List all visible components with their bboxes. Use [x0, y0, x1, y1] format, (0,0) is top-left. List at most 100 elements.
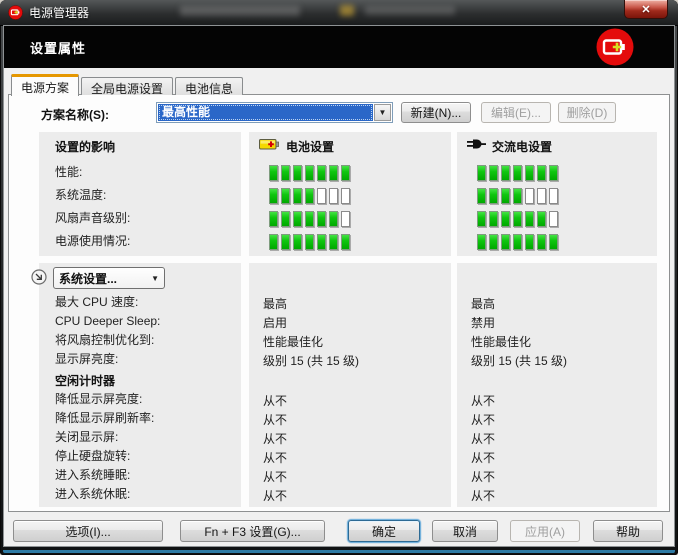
bar-filled [477, 234, 486, 250]
bar-filled [281, 211, 290, 227]
power-manager-window: 电源管理器 ✕ 设置属性 电源方案全局电源设置电池信息 方案名称(S): [0, 0, 678, 555]
effects-battery-panel: 电池设置 [249, 132, 451, 256]
bar-filled [501, 211, 510, 227]
titlebar-glass-artifact [365, 6, 455, 15]
system-settings-dropdown[interactable]: 系统设置... ▼ [53, 267, 165, 289]
effect-bar-row [457, 230, 657, 253]
bar-filled [489, 165, 498, 181]
system-row-label: 显示屏亮度: [39, 350, 241, 369]
close-icon: ✕ [641, 3, 650, 16]
effect-label: 性能: [39, 161, 241, 184]
bar-empty [549, 211, 558, 227]
spacer [457, 263, 657, 295]
tab-strip: 电源方案全局电源设置电池信息 [11, 74, 245, 95]
options-button[interactable]: 选项(I)... [13, 520, 163, 542]
system-ac-value: 性能最佳化 [457, 333, 657, 352]
battery-effect-bars [249, 161, 451, 253]
system-row-label: 降低显示屏刷新率: [39, 409, 241, 428]
effect-bar-row [249, 184, 451, 207]
bar-empty [329, 188, 338, 204]
effect-label: 系统温度: [39, 184, 241, 207]
combobox-dropdown-arrow-icon[interactable]: ▼ [374, 104, 391, 121]
system-battery-value: 从不 [249, 392, 451, 411]
tab-3[interactable]: 电池信息 [175, 77, 243, 95]
help-button[interactable]: 帮助 [593, 520, 663, 542]
bar-filled [329, 234, 338, 250]
system-ac-value: 从不 [457, 411, 657, 430]
bar-empty [341, 211, 350, 227]
ac-settings-label: 交流电设置 [492, 138, 552, 155]
bar-filled [305, 211, 314, 227]
spacer-row [249, 373, 451, 392]
effect-label: 风扇声音级别: [39, 207, 241, 230]
system-row-label: 进入系统睡眠: [39, 466, 241, 485]
spacer-row [457, 373, 657, 392]
system-battery-value: 从不 [249, 430, 451, 449]
system-ac-values: 最高禁用性能最佳化级别 15 (共 15 级)从不从不从不从不从不从不 [457, 295, 657, 506]
bar-filled [317, 165, 326, 181]
bar-filled [305, 165, 314, 181]
effect-bar-row [457, 207, 657, 230]
effect-bar-row [249, 161, 451, 184]
system-row-label: 最大 CPU 速度: [39, 293, 241, 312]
effect-bar-row [249, 207, 451, 230]
scheme-button-1[interactable]: 新建(N)... [401, 102, 471, 123]
system-ac-value: 从不 [457, 449, 657, 468]
bar-filled [501, 188, 510, 204]
bar-filled [477, 211, 486, 227]
ac-settings-header: 交流电设置 [457, 132, 657, 161]
battery-icon [259, 138, 280, 154]
titlebar-glass-artifact [180, 6, 300, 16]
bar-filled [489, 211, 498, 227]
bar-filled [293, 188, 302, 204]
bar-empty [537, 188, 546, 204]
idle-timers-title: 空闲计时器 [39, 371, 241, 390]
scheme-button-2: 编辑(E)... [481, 102, 551, 123]
system-battery-value: 从不 [249, 411, 451, 430]
ok-button[interactable]: 确定 [348, 520, 420, 542]
bar-filled [489, 234, 498, 250]
tab-2[interactable]: 全局电源设置 [81, 77, 173, 95]
system-ac-value: 从不 [457, 487, 657, 506]
tab-1[interactable]: 电源方案 [11, 74, 79, 96]
system-battery-value: 级别 15 (共 15 级) [249, 352, 451, 371]
system-battery-values: 最高启用性能最佳化级别 15 (共 15 级)从不从不从不从不从不从不 [249, 295, 451, 506]
system-ac-value: 级别 15 (共 15 级) [457, 352, 657, 371]
bar-filled [549, 234, 558, 250]
titlebar: 电源管理器 ✕ [0, 0, 678, 26]
scheme-name-combobox[interactable]: 最高性能 ▼ [156, 102, 393, 123]
bar-filled [489, 188, 498, 204]
bar-filled [537, 234, 546, 250]
bar-filled [525, 211, 534, 227]
close-button[interactable]: ✕ [624, 0, 668, 19]
dialog-header: 设置属性 [4, 26, 674, 68]
bar-filled [341, 165, 350, 181]
scheme-name-label: 方案名称(S): [41, 106, 109, 123]
bar-filled [293, 211, 302, 227]
battery-settings-label: 电池设置 [286, 138, 334, 155]
system-battery-panel: 最高启用性能最佳化级别 15 (共 15 级)从不从不从不从不从不从不 [249, 263, 451, 507]
bar-filled [269, 211, 278, 227]
page-title: 设置属性 [30, 38, 86, 57]
system-battery-value: 从不 [249, 449, 451, 468]
effects-labels-panel: 设置的影响 性能:系统温度:风扇声音级别:电源使用情况: [39, 132, 241, 256]
system-row-label: 停止硬盘旋转: [39, 447, 241, 466]
bar-filled [537, 211, 546, 227]
fn-f3-settings-button[interactable]: Fn + F3 设置(G)... [180, 520, 325, 542]
bar-empty [341, 188, 350, 204]
apply-button: 应用(A) [510, 520, 580, 542]
tab-page-power-scheme: 方案名称(S): 最高性能 ▼ 新建(N)...编辑(E)...删除(D) 设置… [8, 94, 670, 512]
system-battery-value: 最高 [249, 295, 451, 314]
effects-label-list: 性能:系统温度:风扇声音级别:电源使用情况: [39, 161, 241, 253]
collapse-arrow-icon[interactable] [31, 269, 47, 285]
system-settings-dropdown-label: 系统设置... [59, 270, 151, 287]
system-row-label: 进入系统休眠: [39, 485, 241, 504]
bar-filled [305, 234, 314, 250]
system-row-label: CPU Deeper Sleep: [39, 312, 241, 331]
effects-ac-panel: 交流电设置 [457, 132, 657, 256]
bar-filled [281, 165, 290, 181]
system-row-label: 关闭显示屏: [39, 428, 241, 447]
cancel-button[interactable]: 取消 [432, 520, 498, 542]
battery-settings-header: 电池设置 [249, 132, 451, 161]
system-battery-value: 从不 [249, 487, 451, 506]
